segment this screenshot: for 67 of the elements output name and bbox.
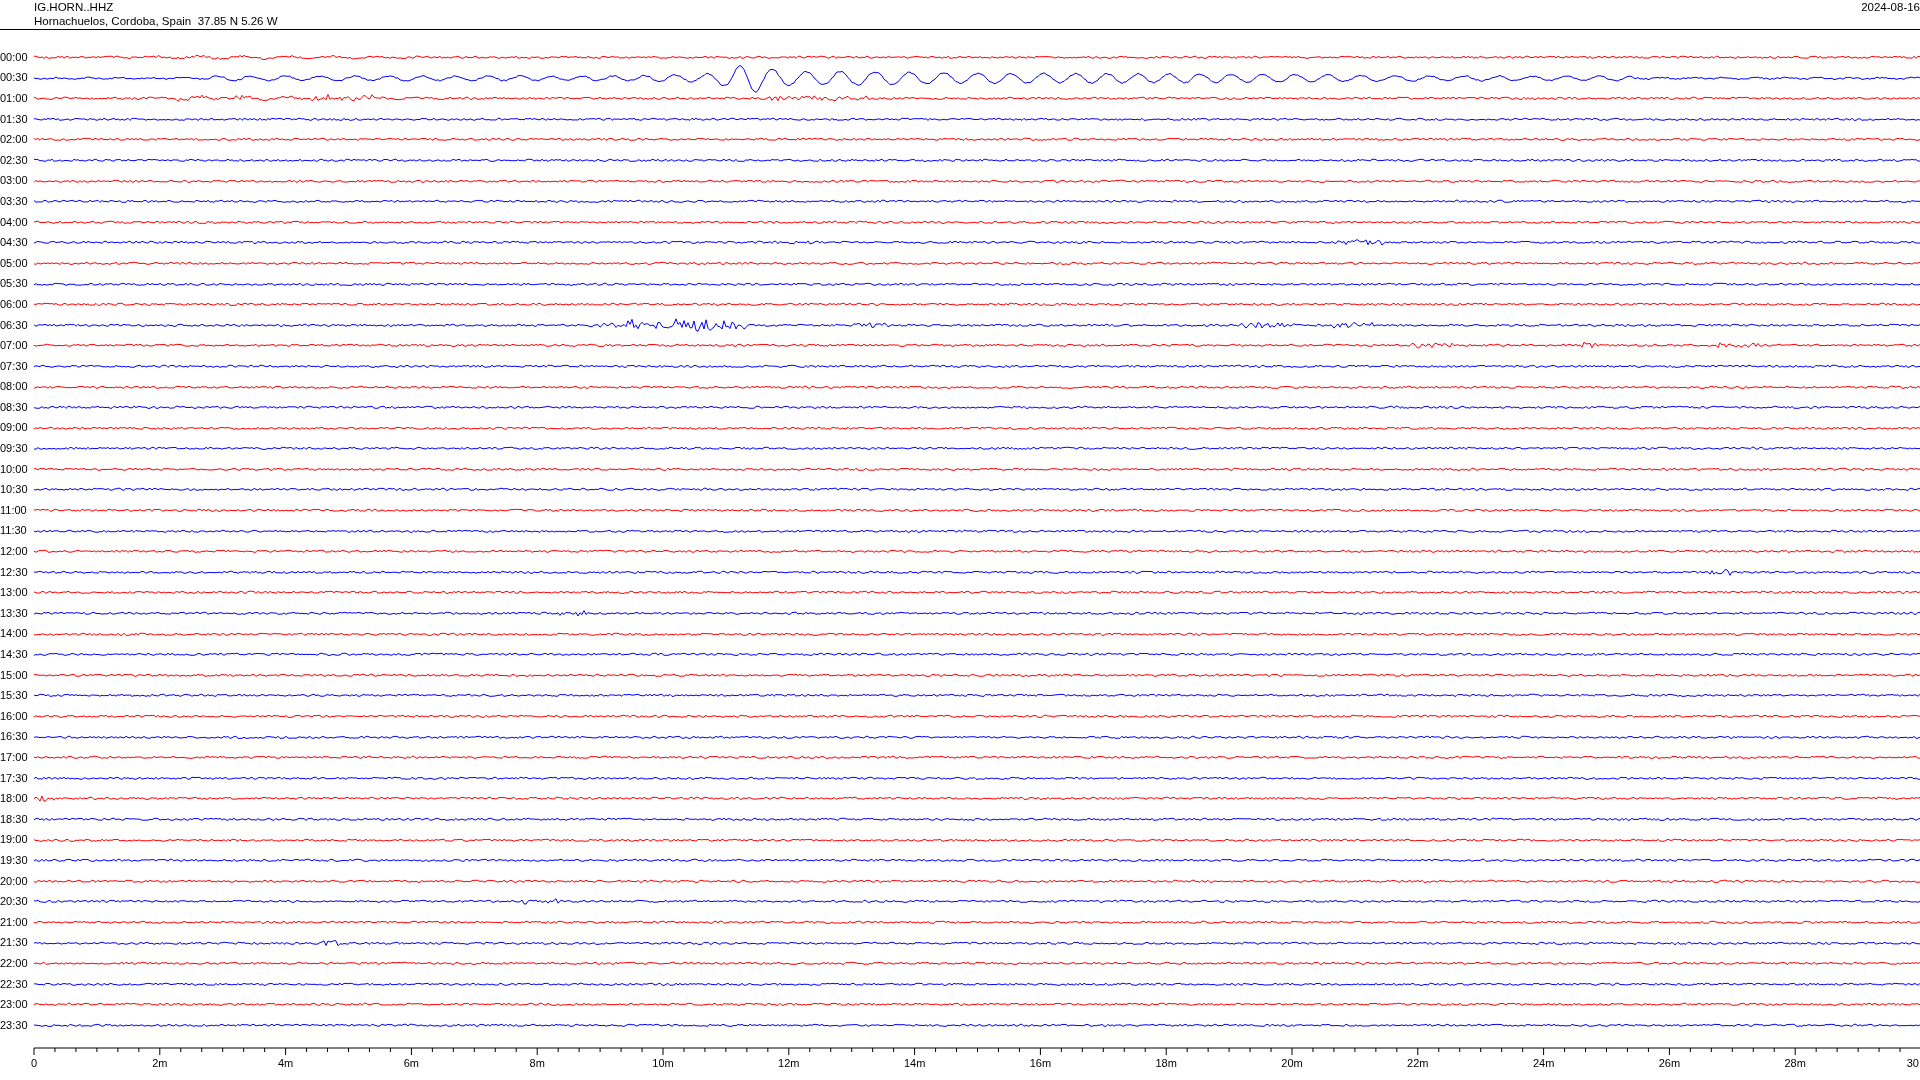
time-label: 05:30 [0,277,29,291]
time-label: 12:00 [0,545,29,559]
time-label: 00:00 [0,50,29,64]
time-label: 06:30 [0,318,29,332]
time-label: 15:30 [0,689,29,703]
axis-label: 6m [403,1056,420,1069]
record-date: 2024-08-16 [1861,0,1920,15]
time-label: 12:30 [0,565,29,579]
axis-label: 26m [1658,1056,1681,1069]
time-label: 23:00 [0,998,29,1012]
axis-label: 10m [652,1056,674,1069]
time-label: 22:00 [0,956,29,970]
time-label: 10:00 [0,462,29,476]
time-label: 04:30 [0,236,29,250]
time-label: 07:30 [0,359,29,373]
time-label: 21:00 [0,915,29,929]
axis-label: 16m [1029,1056,1052,1069]
time-label: 04:00 [0,215,29,229]
time-label: 03:30 [0,194,29,208]
time-label: 17:30 [0,771,29,785]
axis-label: 30 [1906,1056,1919,1069]
time-label: 11:00 [0,503,28,517]
time-label: 01:30 [0,112,29,126]
time-label: 08:00 [0,380,29,394]
time-label: 08:30 [0,400,29,414]
time-label: 18:30 [0,812,29,826]
axis-label: 8m [529,1056,545,1069]
time-label: 14:30 [0,648,29,661]
time-label: 05:00 [0,256,29,270]
axis-label: 4m [277,1056,294,1069]
axis-label: 24m [1532,1056,1555,1069]
station-code: IG.HORN..HHZ [34,0,115,14]
time-label: 19:00 [0,833,29,847]
time-label: 17:00 [0,751,29,764]
time-label: 22:30 [0,977,29,991]
time-label: 10:30 [0,483,29,497]
axis-label: 18m [1155,1056,1177,1069]
time-label: 16:00 [0,709,29,723]
time-label: 09:30 [0,442,29,456]
time-label: 13:30 [0,606,29,620]
axis-label: 12m [778,1056,800,1069]
time-label: 19:30 [0,853,29,867]
time-label: 09:00 [0,421,29,435]
time-label: 00:30 [0,71,29,85]
time-label: 20:30 [0,895,29,909]
time-label: 02:00 [0,133,29,147]
axis-label: 0 [30,1056,38,1069]
axis-label: 14m [903,1056,926,1069]
axis-label: 2m [152,1056,168,1069]
axis-label: 22m [1407,1056,1429,1069]
time-label: 14:00 [0,627,29,641]
time-label: 13:00 [0,586,29,600]
time-label: 21:30 [0,936,29,950]
time-label: 16:30 [0,730,29,744]
axis-label: 20m [1281,1056,1303,1069]
time-label: 01:00 [0,92,29,105]
time-label: 11:30 [0,524,28,538]
axis-label: 28m [1784,1056,1806,1069]
time-label: 07:00 [0,339,29,353]
time-label: 15:00 [0,668,29,682]
station-location: Hornachuelos, Cordoba, Spain 37.85 N 5.26 W [34,14,278,28]
time-label: 20:00 [0,874,29,888]
time-label: 18:00 [0,792,29,806]
time-label: 06:00 [0,297,29,311]
time-label: 03:00 [0,174,29,188]
time-label: 02:30 [0,153,29,167]
time-label: 23:30 [0,1018,29,1032]
